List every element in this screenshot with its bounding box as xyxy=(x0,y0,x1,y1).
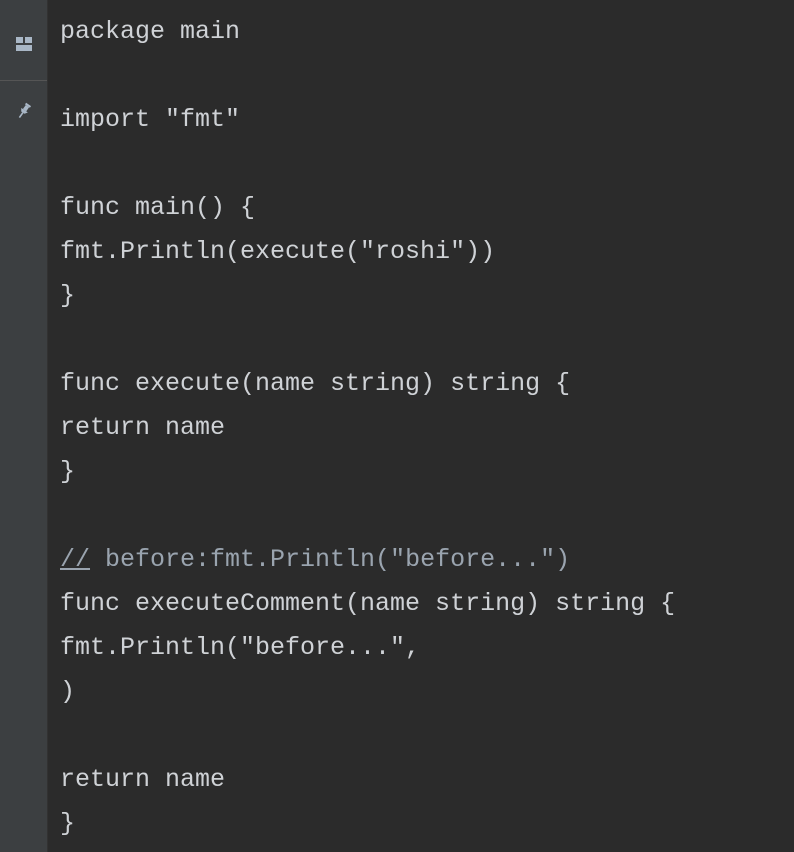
code-line: return name xyxy=(60,406,794,450)
code-line xyxy=(60,318,794,362)
comment-text: before:fmt.Println("before...") xyxy=(90,545,570,574)
code-line: fmt.Println("before...", xyxy=(60,626,794,670)
code-line: // before:fmt.Println("before...") xyxy=(60,538,794,582)
code-line: func executeComment(name string) string … xyxy=(60,582,794,626)
layout-icon[interactable] xyxy=(12,32,36,56)
code-line: fmt.Println(execute("roshi")) xyxy=(60,230,794,274)
code-line: } xyxy=(60,274,794,318)
code-line xyxy=(60,142,794,186)
gutter-separator xyxy=(0,80,47,81)
code-line: package main xyxy=(60,10,794,54)
code-line: return name xyxy=(60,758,794,802)
pin-icon[interactable] xyxy=(12,99,36,123)
code-line xyxy=(60,54,794,98)
editor-gutter xyxy=(0,0,48,852)
code-line: ) xyxy=(60,670,794,714)
comment-underline: // xyxy=(60,545,90,574)
code-line: import "fmt" xyxy=(60,98,794,142)
code-line: func execute(name string) string { xyxy=(60,362,794,406)
code-line: } xyxy=(60,450,794,494)
code-line xyxy=(60,714,794,758)
code-line: func main() { xyxy=(60,186,794,230)
code-line: } xyxy=(60,802,794,846)
code-editor[interactable]: package main import "fmt" func main() { … xyxy=(48,0,794,852)
code-line xyxy=(60,494,794,538)
